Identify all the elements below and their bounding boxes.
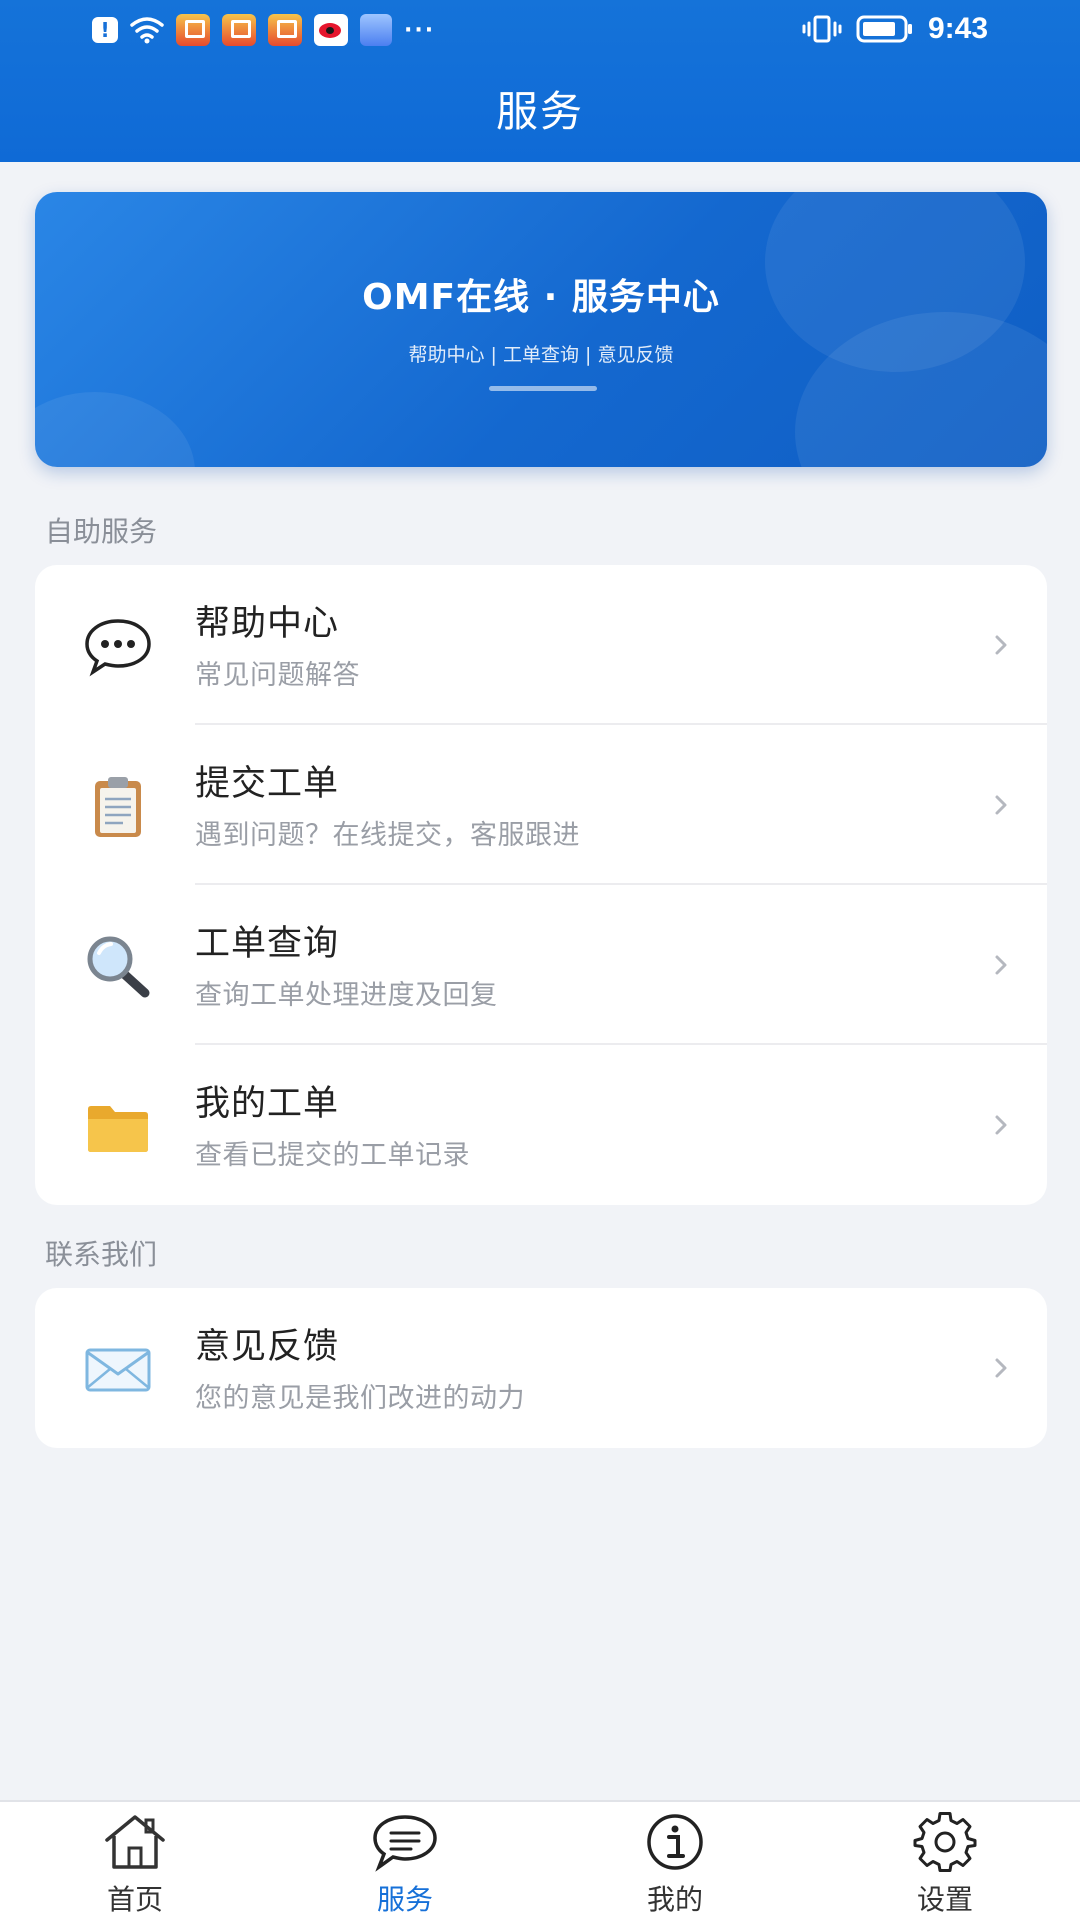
list-item-title: 工单查询 (195, 924, 340, 964)
list-item-subtitle: 您的意见是我们改进的动力 (195, 1383, 525, 1414)
list-item-subtitle: 遇到问题？在线提交，客服跟进 (195, 820, 580, 851)
list-item-help-center[interactable]: 帮助中心 常见问题解答 (35, 565, 1047, 725)
home-icon (101, 1812, 169, 1872)
chevron-right-icon (990, 947, 1014, 983)
app-notification-icon (360, 14, 392, 46)
tab-mine[interactable]: 我的 (540, 1802, 810, 1922)
banner-decoration (35, 392, 195, 467)
status-notification-icons: ! ··· (92, 12, 435, 48)
tab-settings[interactable]: 设置 (810, 1802, 1080, 1922)
tab-label: 首页 (106, 1883, 163, 1916)
magnifier-icon (83, 931, 153, 1001)
envelope-icon (83, 1334, 153, 1404)
shopping-app-icon (176, 14, 210, 46)
chat-icon (371, 1812, 439, 1872)
alert-icon: ! (92, 17, 118, 43)
chevron-right-icon (990, 787, 1014, 823)
speech-bubble-icon (83, 611, 153, 681)
page-title: 服务 (495, 87, 584, 136)
tab-label: 服务 (376, 1883, 433, 1916)
banner-indicator (489, 386, 597, 391)
gear-icon (911, 1812, 979, 1872)
tab-home[interactable]: 首页 (0, 1802, 270, 1922)
list-item-submit-ticket[interactable]: 提交工单 遇到问题？在线提交，客服跟进 (35, 725, 1047, 885)
clipboard-icon (83, 771, 153, 841)
list-item-title: 提交工单 (195, 764, 340, 804)
vibrate-icon (802, 14, 842, 44)
battery-icon (856, 15, 914, 43)
list-item-subtitle: 查询工单处理进度及回复 (195, 980, 498, 1011)
list-item-feedback[interactable]: 意见反馈 您的意见是我们改进的动力 (35, 1288, 1047, 1448)
banner-subtitle: 帮助中心 | 工单查询 | 意见反馈 (408, 344, 674, 366)
section-label-self-service: 自助服务 (45, 515, 158, 548)
tab-label: 我的 (646, 1883, 703, 1916)
weibo-icon (314, 14, 348, 46)
chevron-right-icon (990, 627, 1014, 663)
folder-icon (83, 1091, 153, 1161)
list-item-ticket-query[interactable]: 工单查询 查询工单处理进度及回复 (35, 885, 1047, 1045)
status-system-icons: 9:43 (802, 10, 988, 48)
list-item-subtitle: 查看已提交的工单记录 (195, 1140, 470, 1171)
status-bar: ! ··· 9:43 (0, 0, 1080, 56)
service-banner[interactable]: OMF在线 · 服务中心 帮助中心 | 工单查询 | 意见反馈 (35, 192, 1047, 467)
tab-service[interactable]: 服务 (270, 1802, 540, 1922)
list-item-title: 意见反馈 (195, 1327, 340, 1367)
app-header: ! ··· 9:43 服务 (0, 0, 1080, 162)
shopping-app-icon (268, 14, 302, 46)
list-item-title: 帮助中心 (195, 604, 340, 644)
chevron-right-icon (990, 1350, 1014, 1386)
banner-title: OMF在线 · 服务中心 (362, 277, 720, 318)
more-notifications-icon: ··· (404, 17, 436, 43)
list-item-subtitle: 常见问题解答 (195, 660, 360, 691)
list-item-title: 我的工单 (195, 1084, 340, 1124)
shopping-app-icon (222, 14, 256, 46)
section-label-contact-us: 联系我们 (45, 1238, 158, 1271)
status-time: 9:43 (927, 12, 988, 45)
self-service-card: 帮助中心 常见问题解答 提交工单 遇到问题？在线提交，客服跟进 工单查询 查询工… (35, 565, 1047, 1205)
contact-card: 意见反馈 您的意见是我们改进的动力 (35, 1288, 1047, 1448)
list-item-my-tickets[interactable]: 我的工单 查看已提交的工单记录 (35, 1045, 1047, 1205)
chevron-right-icon (990, 1107, 1014, 1143)
wifi-icon (130, 16, 164, 44)
info-icon (641, 1812, 709, 1872)
tab-label: 设置 (916, 1883, 973, 1916)
bottom-tab-bar: 首页 服务 我的 设置 (0, 1800, 1080, 1922)
